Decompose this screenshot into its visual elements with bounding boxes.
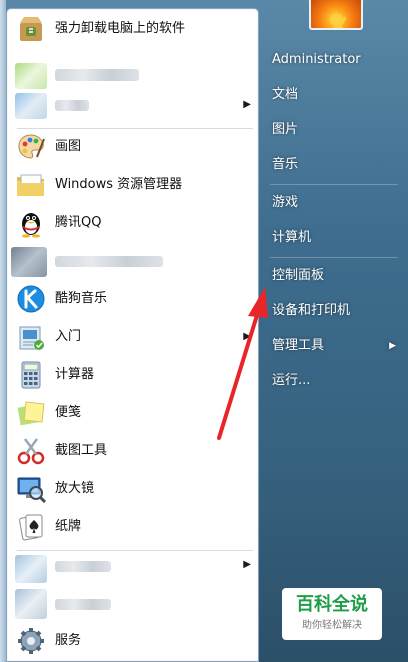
- watermark-subtitle: 助你轻松解决: [302, 620, 362, 631]
- pictures-link[interactable]: 图片: [264, 115, 402, 145]
- program-label: Windows 资源管理器: [55, 177, 183, 192]
- games-label: 游戏: [272, 195, 299, 210]
- submenu-arrow-icon: ▶: [389, 341, 396, 351]
- admin-tools-label: 管理工具: [272, 338, 325, 353]
- program-qq[interactable]: 腾讯QQ: [11, 205, 255, 241]
- music-link[interactable]: 音乐: [264, 150, 402, 180]
- program-snipping-tool[interactable]: 截图工具: [11, 433, 255, 469]
- blurred-app-icon: [15, 549, 47, 583]
- redacted-label: [55, 69, 139, 81]
- program-label: 腾讯QQ: [55, 215, 102, 230]
- devices-printers-label: 设备和打印机: [272, 303, 351, 318]
- services-gear-icon: [18, 628, 44, 654]
- user-picture[interactable]: [309, 0, 363, 30]
- program-label: 放大镜: [55, 481, 95, 496]
- snipping-tool-icon: [17, 438, 45, 465]
- redacted-label: [55, 561, 111, 572]
- program-uninstaller[interactable]: 强力卸载电脑上的软件: [11, 11, 255, 47]
- submenu-arrow-icon: ▶: [243, 331, 251, 342]
- control-panel-link[interactable]: 控制面板: [264, 261, 402, 291]
- blurred-app-icon: [11, 245, 47, 277]
- computer-label: 计算机: [272, 230, 312, 245]
- watermark-logo: 百科全说 助你轻松解决: [282, 588, 382, 640]
- program-paint[interactable]: 画图: [11, 129, 255, 165]
- program-label: 纸牌: [55, 519, 82, 534]
- pictures-label: 图片: [272, 122, 299, 137]
- redacted-label: [55, 599, 111, 610]
- qq-penguin-icon: [22, 213, 40, 238]
- program-label: 便笺: [55, 405, 82, 420]
- program-kugou[interactable]: 酷狗音乐: [11, 281, 255, 317]
- program-blurred-5[interactable]: [11, 585, 255, 621]
- games-link[interactable]: 游戏: [264, 188, 402, 218]
- program-label: 画图: [55, 139, 82, 154]
- program-label: 入门: [55, 329, 82, 344]
- getting-started-icon: [19, 326, 44, 350]
- program-services[interactable]: 服务: [11, 623, 255, 659]
- uninstall-box-icon: [20, 17, 42, 41]
- program-blurred-2[interactable]: ▶: [11, 87, 255, 123]
- program-label: 计算器: [55, 367, 95, 382]
- calculator-icon: [21, 361, 41, 389]
- program-label: 酷狗音乐: [55, 291, 108, 306]
- music-label: 音乐: [272, 157, 299, 172]
- program-solitaire[interactable]: 纸牌: [11, 509, 255, 545]
- admin-tools-link[interactable]: 管理工具 ▶: [264, 331, 402, 361]
- program-windows-explorer[interactable]: Windows 资源管理器: [11, 167, 255, 203]
- documents-label: 文档: [272, 87, 299, 102]
- program-label: 服务: [55, 633, 82, 648]
- redacted-label: [55, 256, 163, 267]
- paint-palette-icon: [18, 134, 45, 159]
- run-label: 运行...: [272, 373, 311, 388]
- start-menu-programs-panel: 强力卸载电脑上的软件 ▶ 画图 Windows 资源管理器 腾讯QQ 酷狗音乐 …: [6, 8, 259, 662]
- submenu-arrow-icon: ▶: [243, 99, 251, 110]
- program-blurred-4[interactable]: ▶: [11, 547, 255, 583]
- blurred-app-icon: [15, 587, 47, 619]
- user-name-label: Administrator: [272, 52, 361, 67]
- program-getting-started[interactable]: 入门 ▶: [11, 319, 255, 355]
- program-blurred-3[interactable]: [11, 243, 255, 279]
- devices-printers-link[interactable]: 设备和打印机: [264, 296, 402, 326]
- run-link[interactable]: 运行...: [264, 366, 402, 396]
- sticky-notes-icon: [17, 401, 45, 426]
- user-account-link[interactable]: Administrator: [264, 45, 402, 75]
- kugou-music-icon: [17, 285, 45, 313]
- program-label: 截图工具: [55, 443, 108, 458]
- program-magnifier[interactable]: 放大镜: [11, 471, 255, 507]
- right-divider: [270, 184, 398, 185]
- program-sticky-notes[interactable]: 便笺: [11, 395, 255, 431]
- program-calculator[interactable]: 计算器: [11, 357, 255, 393]
- solitaire-cards-icon: [19, 514, 43, 541]
- program-label: 强力卸载电脑上的软件: [55, 21, 186, 36]
- right-divider: [270, 257, 398, 258]
- submenu-arrow-icon: ▶: [243, 559, 251, 570]
- redacted-label: [55, 100, 89, 111]
- flower-user-picture-icon: [329, 14, 347, 28]
- watermark-title: 百科全说: [296, 594, 368, 615]
- computer-link[interactable]: 计算机: [264, 223, 402, 253]
- documents-link[interactable]: 文档: [264, 80, 402, 110]
- magnifier-icon: [17, 477, 47, 504]
- control-panel-label: 控制面板: [272, 268, 325, 283]
- blurred-app-icon: [15, 89, 47, 121]
- folder-explorer-icon: [17, 174, 44, 196]
